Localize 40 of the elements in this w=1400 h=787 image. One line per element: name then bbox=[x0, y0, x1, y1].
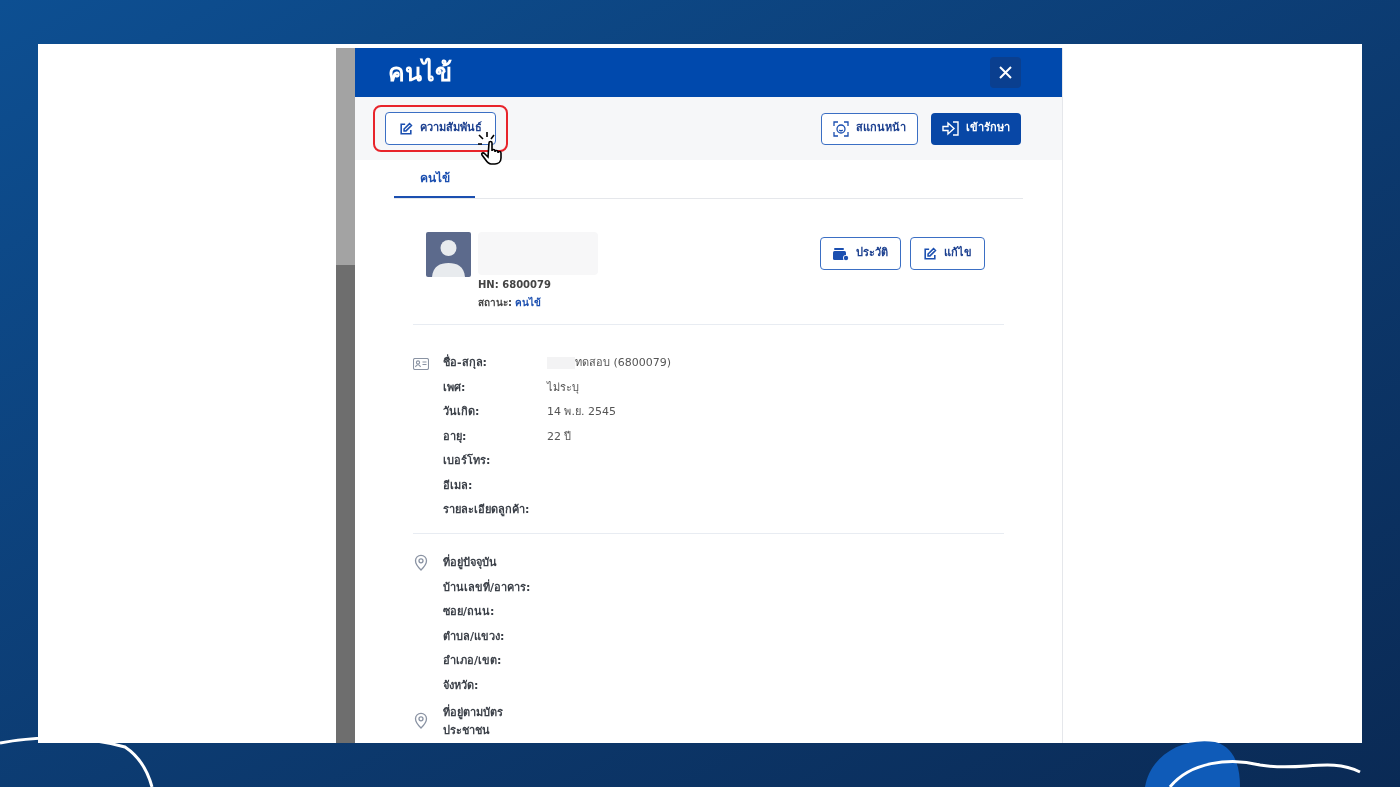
field-value: 14 พ.ย. 2545 bbox=[547, 404, 616, 420]
admit-button[interactable]: เข้ารักษา bbox=[931, 112, 1021, 145]
login-arrow-icon bbox=[942, 121, 959, 136]
address-title: ที่อยู่ปัจจุบัน bbox=[443, 553, 498, 572]
close-button[interactable] bbox=[990, 57, 1021, 88]
field-label: ตำบล/แขวง: bbox=[443, 628, 506, 645]
edit-button[interactable]: แก้ไข bbox=[910, 237, 985, 270]
scan-face-button[interactable]: สแกนหน้า bbox=[821, 112, 918, 145]
edit-icon bbox=[399, 121, 413, 136]
address-title: ประชาชน bbox=[443, 723, 491, 739]
folder-icon bbox=[833, 246, 849, 261]
field-value: ทดสอบ (6800079) bbox=[575, 355, 672, 371]
field-label: ซอย/ถนน: bbox=[443, 604, 496, 620]
edit-icon bbox=[923, 246, 937, 261]
field-label: จังหวัด: bbox=[443, 677, 480, 694]
modal-title: คนไข้ bbox=[388, 56, 452, 89]
tab[interactable]: คนไข้ bbox=[394, 160, 475, 198]
relationship-button[interactable]: ความสัมพันธ์ bbox=[385, 112, 496, 145]
hn-number: HN: 6800079 bbox=[478, 278, 552, 292]
status-value: คนไข้ bbox=[515, 295, 541, 310]
history-button[interactable]: ประวัติ bbox=[820, 237, 901, 270]
field-label: วันเกิด: bbox=[443, 404, 481, 420]
field-label: เพศ: bbox=[443, 379, 467, 396]
id-card-icon bbox=[413, 358, 429, 370]
status-label: สถานะ: bbox=[478, 296, 512, 310]
field-label: บ้านเลขที่/อาคาร: bbox=[443, 579, 531, 596]
field-label: อำเภอ/เขต: bbox=[443, 653, 503, 669]
location-pin-icon bbox=[414, 712, 428, 729]
field-value: ไม่ระบุ bbox=[547, 379, 579, 396]
location-pin-icon bbox=[414, 553, 428, 571]
field-label: รายละเอียดลูกค้า: bbox=[443, 502, 531, 519]
field-label: ชื่อ-สกุล: bbox=[443, 355, 488, 371]
field-label: เบอร์โทร: bbox=[443, 453, 492, 469]
avatar-silhouette bbox=[426, 232, 471, 277]
field-label: อีเมล: bbox=[443, 477, 474, 494]
field-value: 22 ปี bbox=[547, 428, 572, 445]
field-label: อายุ: bbox=[443, 428, 468, 445]
face-scan-icon bbox=[833, 120, 849, 137]
close-icon bbox=[999, 66, 1012, 79]
address-title: ที่อยู่ตามบัตร bbox=[443, 704, 503, 722]
